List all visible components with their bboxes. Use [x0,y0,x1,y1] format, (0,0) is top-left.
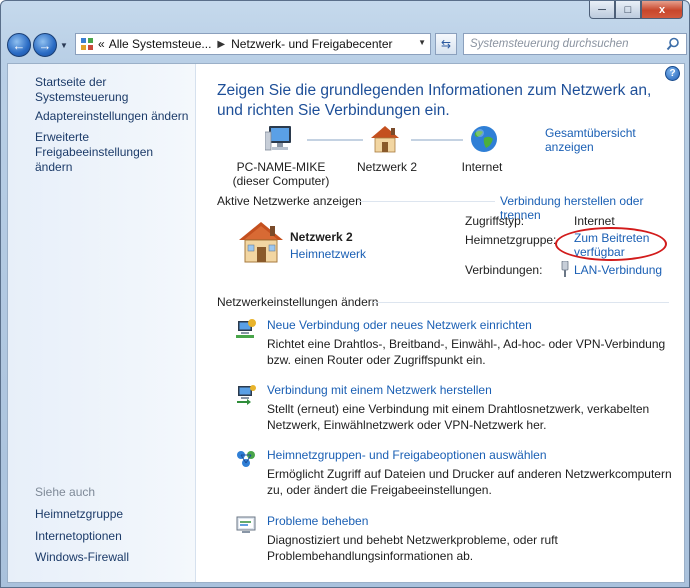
map-internet[interactable]: Internet [447,160,517,174]
help-icon[interactable]: ? [665,66,680,81]
access-type-label: Zugriffstyp: [465,214,525,228]
recent-pages-dropdown[interactable]: ▼ [59,41,69,50]
breadcrumb-network-center[interactable]: Netzwerk- und Freigabecenter [231,37,392,51]
search-input[interactable]: Systemsteuerung durchsuchen [463,33,687,55]
view-full-map-link[interactable]: Gesamtübersicht anzeigen [545,126,684,154]
sidebar-link-homegroup[interactable]: Heimnetzgruppe [35,507,123,522]
task-troubleshoot-description: Diagnostiziert und behebt Netzwerkproble… [267,533,558,563]
globe-icon [471,126,497,152]
forward-arrow-icon: → [38,37,52,53]
lan-connection-link[interactable]: LAN-Verbindung [574,263,662,277]
back-arrow-icon: ← [12,37,26,53]
task-new-connection: Neue Verbindung oder neues Netzwerk einr… [235,318,675,367]
address-bar[interactable]: « Alle Systemsteue... ▶ Netzwerk- und Fr… [75,33,431,55]
search-icon[interactable] [666,37,680,51]
sidebar-link-adapter-settings[interactable]: Adaptereinstellungen ändern [35,109,188,124]
back-button[interactable]: ← [7,33,31,57]
breadcrumb-separator-icon[interactable]: ▶ [217,39,225,50]
task-homegroup-sharing: Heimnetzgruppen- und Freigabeoptionen au… [235,448,675,497]
search-placeholder: Systemsteuerung durchsuchen [470,38,629,50]
map-computer-label: PC-NAME-MIKE [236,160,326,174]
refresh-button[interactable]: ⇆ [435,33,457,55]
new-connection-icon [236,319,256,338]
breadcrumb-overflow[interactable]: « [98,37,105,51]
task-connect-network-description: Stellt (erneut) eine Verbindung mit eine… [267,402,650,432]
task-connect-network: Verbindung mit einem Netzwerk herstellen… [235,383,675,432]
homegroup-label: Heimnetzgruppe: [465,233,557,247]
section-divider [357,201,495,202]
see-also-heading: Siehe auch [35,485,96,499]
map-computer-sublabel: (dieser Computer) [232,174,330,188]
task-troubleshoot-link[interactable]: Probleme beheben [267,514,368,528]
map-connector [411,139,463,141]
active-network-name: Netzwerk 2 [290,230,353,244]
sidebar-link-control-panel-home[interactable]: Startseite der Systemsteuerung [35,75,195,105]
task-troubleshoot: Probleme beheben Diagnostiziert und behe… [235,514,675,563]
maximize-button[interactable]: □ [615,1,641,19]
map-connector [307,139,363,141]
address-dropdown-icon[interactable]: ▼ [418,38,426,47]
caption-buttons: ─ □ x [589,1,683,19]
homegroup-icon [237,451,255,467]
highlight-ellipse [555,227,667,261]
map-internet-label: Internet [461,160,503,174]
active-networks-heading: Aktive Netzwerke anzeigen [217,194,362,208]
refresh-icon: ⇆ [440,37,452,51]
network-location-type-link[interactable]: Heimnetzwerk [290,247,366,261]
map-network-label: Netzwerk 2 [356,160,418,174]
settings-heading: Netzwerkeinstellungen ändern [217,295,379,309]
house-icon [371,126,399,153]
sidebar-link-windows-firewall[interactable]: Windows-Firewall [35,550,129,565]
main-pane: ? Zeigen Sie die grundlegenden Informati… [197,64,684,582]
task-connect-network-link[interactable]: Verbindung mit einem Netzwerk herstellen [267,383,492,397]
ethernet-icon [561,261,569,277]
connections-label: Verbindungen: [465,263,543,277]
page-title: Zeigen Sie die grundlegenden Information… [217,82,652,119]
connect-network-icon [237,385,256,405]
chevron-down-icon: ▼ [60,40,68,50]
task-pane: Startseite der Systemsteuerung Adapterei… [8,64,196,582]
access-type-value: Internet [574,214,615,228]
task-homegroup-sharing-link[interactable]: Heimnetzgruppen- und Freigabeoptionen au… [267,448,547,462]
map-computer[interactable]: PC-NAME-MIKE (dieser Computer) [221,160,341,188]
control-panel-icon [81,38,93,50]
minimize-button[interactable]: ─ [589,1,615,19]
sidebar-link-internet-options[interactable]: Internetoptionen [35,529,122,544]
task-new-connection-link[interactable]: Neue Verbindung oder neues Netzwerk einr… [267,318,532,332]
task-new-connection-description: Richtet eine Drahtlos-, Breitband-, Einw… [267,337,666,367]
breadcrumb-all-control-panel[interactable]: Alle Systemsteue... [109,37,212,51]
forward-button[interactable]: → [33,33,57,57]
troubleshoot-icon [236,516,256,533]
sidebar-link-advanced-sharing[interactable]: Erweiterte Freigabeeinstellungen ändern [35,130,185,175]
content-area: Startseite der Systemsteuerung Adapterei… [7,63,685,583]
control-panel-window: ─ □ x ← → ▼ « Alle Systemsteue... ▶ Netz… [0,0,690,588]
task-homegroup-sharing-description: Ermöglicht Zugriff auf Dateien und Druck… [267,467,672,497]
network-house-icon [239,222,283,263]
navigation-bar: ← → ▼ « Alle Systemsteue... ▶ Netzwerk- … [7,31,687,59]
section-divider [373,302,669,303]
map-network[interactable]: Netzwerk 2 [342,160,432,174]
close-button[interactable]: x [641,1,683,19]
computer-icon [265,126,291,151]
